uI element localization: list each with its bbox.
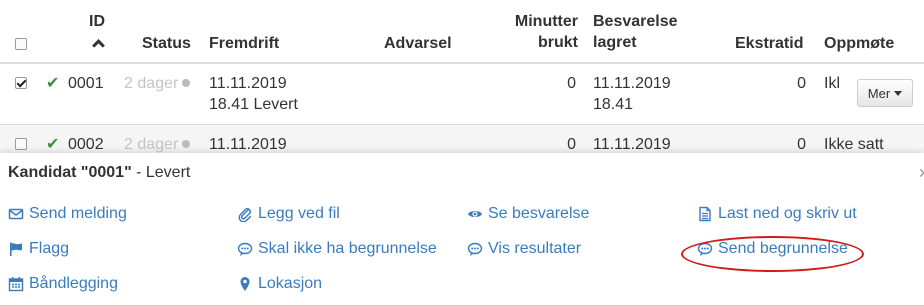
sort-ascending-icon[interactable]	[92, 39, 105, 52]
view-submission-link[interactable]: Se besvarelse	[467, 205, 589, 223]
document-icon	[697, 206, 713, 222]
oppmote-cell[interactable]: Ikl	[824, 73, 840, 94]
send-message-link[interactable]: Send melding	[8, 205, 127, 223]
show-results-link[interactable]: Vis resultater	[467, 240, 581, 258]
flag-icon	[8, 241, 24, 257]
paperclip-icon	[237, 206, 253, 222]
candidate-action-panel: Kandidat "0001" - Levert ✕ Send melding …	[0, 153, 924, 305]
envelope-icon	[8, 206, 24, 222]
header-besvarelse-line1: Besvarelse	[593, 13, 678, 30]
ekstratid-cell: 0	[797, 75, 806, 92]
status-text: 2 dager	[124, 75, 179, 92]
besvarelse-date: 11.11.2019	[593, 136, 671, 153]
besvarelse-cell: 11.11.2019 18.41	[593, 73, 671, 115]
ekstratid-cell: 0	[797, 136, 806, 153]
table-row[interactable]: ✔ 0002 2 dager 11.11.2019 0 11.11.2019 0…	[0, 125, 924, 155]
map-marker-icon	[237, 276, 253, 292]
oppmote-cell[interactable]: Ikke satt	[824, 134, 884, 155]
check-icon: ✔	[46, 136, 60, 153]
no-justification-label: Skal ikke ha begrunnelse	[258, 240, 437, 257]
besvarelse-time: 18.41	[593, 96, 634, 113]
show-results-label: Vis resultater	[488, 240, 582, 257]
header-status[interactable]: Status	[142, 33, 191, 54]
fremdrift-date: 11.11.2019	[209, 75, 287, 92]
attach-file-label: Legg ved fil	[258, 205, 340, 222]
header-besvarelse-line2: lagret	[593, 34, 637, 51]
comment-icon	[237, 241, 253, 257]
status-cell: 2 dager	[124, 134, 191, 155]
candidate-id[interactable]: 0002	[68, 134, 104, 155]
panel-title-status: - Levert	[131, 164, 191, 181]
calendar-icon	[8, 276, 24, 292]
header-advarsel[interactable]: Advarsel	[384, 33, 452, 54]
send-message-label: Send melding	[29, 205, 127, 222]
caret-down-icon	[894, 90, 903, 96]
select-all-checkbox[interactable]	[15, 38, 27, 50]
more-button[interactable]: Mer	[857, 79, 913, 107]
comment-icon	[697, 241, 713, 257]
minutter-cell: 0	[567, 75, 576, 92]
fremdrift-cell: 11.11.2019 18.41 Levert	[209, 73, 298, 115]
flag-label: Flagg	[29, 240, 70, 257]
table-row[interactable]: ✔ 0001 2 dager 11.11.2019 18.41 Levert 0…	[0, 64, 924, 125]
besvarelse-date: 11.11.2019	[593, 75, 671, 92]
location-link[interactable]: Lokasjon	[237, 275, 322, 293]
status-dot-icon	[182, 79, 191, 87]
row-checkbox[interactable]	[15, 138, 27, 150]
download-print-label: Last ned og skriv ut	[718, 205, 857, 222]
fremdrift-detail: 18.41 Levert	[209, 96, 298, 113]
panel-title: Kandidat "0001" - Levert	[8, 164, 190, 182]
comment-icon	[467, 241, 483, 257]
header-oppmote[interactable]: Oppmøte	[824, 33, 894, 54]
minutter-cell: 0	[567, 136, 576, 153]
location-label: Lokasjon	[258, 275, 323, 292]
fremdrift-date: 11.11.2019	[209, 136, 287, 153]
row-checkbox[interactable]	[15, 77, 27, 89]
seizure-label: Båndlegging	[29, 275, 118, 292]
close-icon[interactable]: ✕	[918, 165, 924, 182]
header-fremdrift[interactable]: Fremdrift	[209, 33, 279, 54]
status-dot-icon	[182, 140, 191, 148]
seizure-link[interactable]: Båndlegging	[8, 275, 118, 293]
send-justification-link[interactable]: Send begrunnelse	[697, 240, 848, 258]
header-minutter-line2: brukt	[538, 34, 578, 51]
status-cell: 2 dager	[124, 73, 191, 94]
status-text: 2 dager	[124, 136, 179, 153]
download-print-link[interactable]: Last ned og skriv ut	[697, 205, 857, 223]
header-ekstratid[interactable]: Ekstratid	[735, 33, 803, 54]
view-submission-label: Se besvarelse	[488, 205, 590, 222]
table-header: ID Status Fremdrift Advarsel Minutter br…	[0, 0, 924, 64]
send-justification-label: Send begrunnelse	[718, 240, 848, 257]
header-id[interactable]: ID	[89, 11, 105, 32]
panel-title-candidate: Kandidat "0001"	[8, 164, 132, 181]
more-button-label: Mer	[867, 85, 891, 101]
flag-link[interactable]: Flagg	[8, 240, 69, 258]
eye-icon	[467, 206, 483, 222]
candidate-id[interactable]: 0001	[68, 73, 104, 94]
attach-file-link[interactable]: Legg ved fil	[237, 205, 340, 223]
header-minutter-brukt[interactable]: Minutter brukt	[490, 11, 578, 53]
check-icon: ✔	[46, 75, 60, 92]
header-minutter-line1: Minutter	[514, 13, 578, 30]
no-justification-link[interactable]: Skal ikke ha begrunnelse	[237, 240, 437, 258]
header-besvarelse-lagret[interactable]: Besvarelse lagret	[593, 11, 678, 53]
